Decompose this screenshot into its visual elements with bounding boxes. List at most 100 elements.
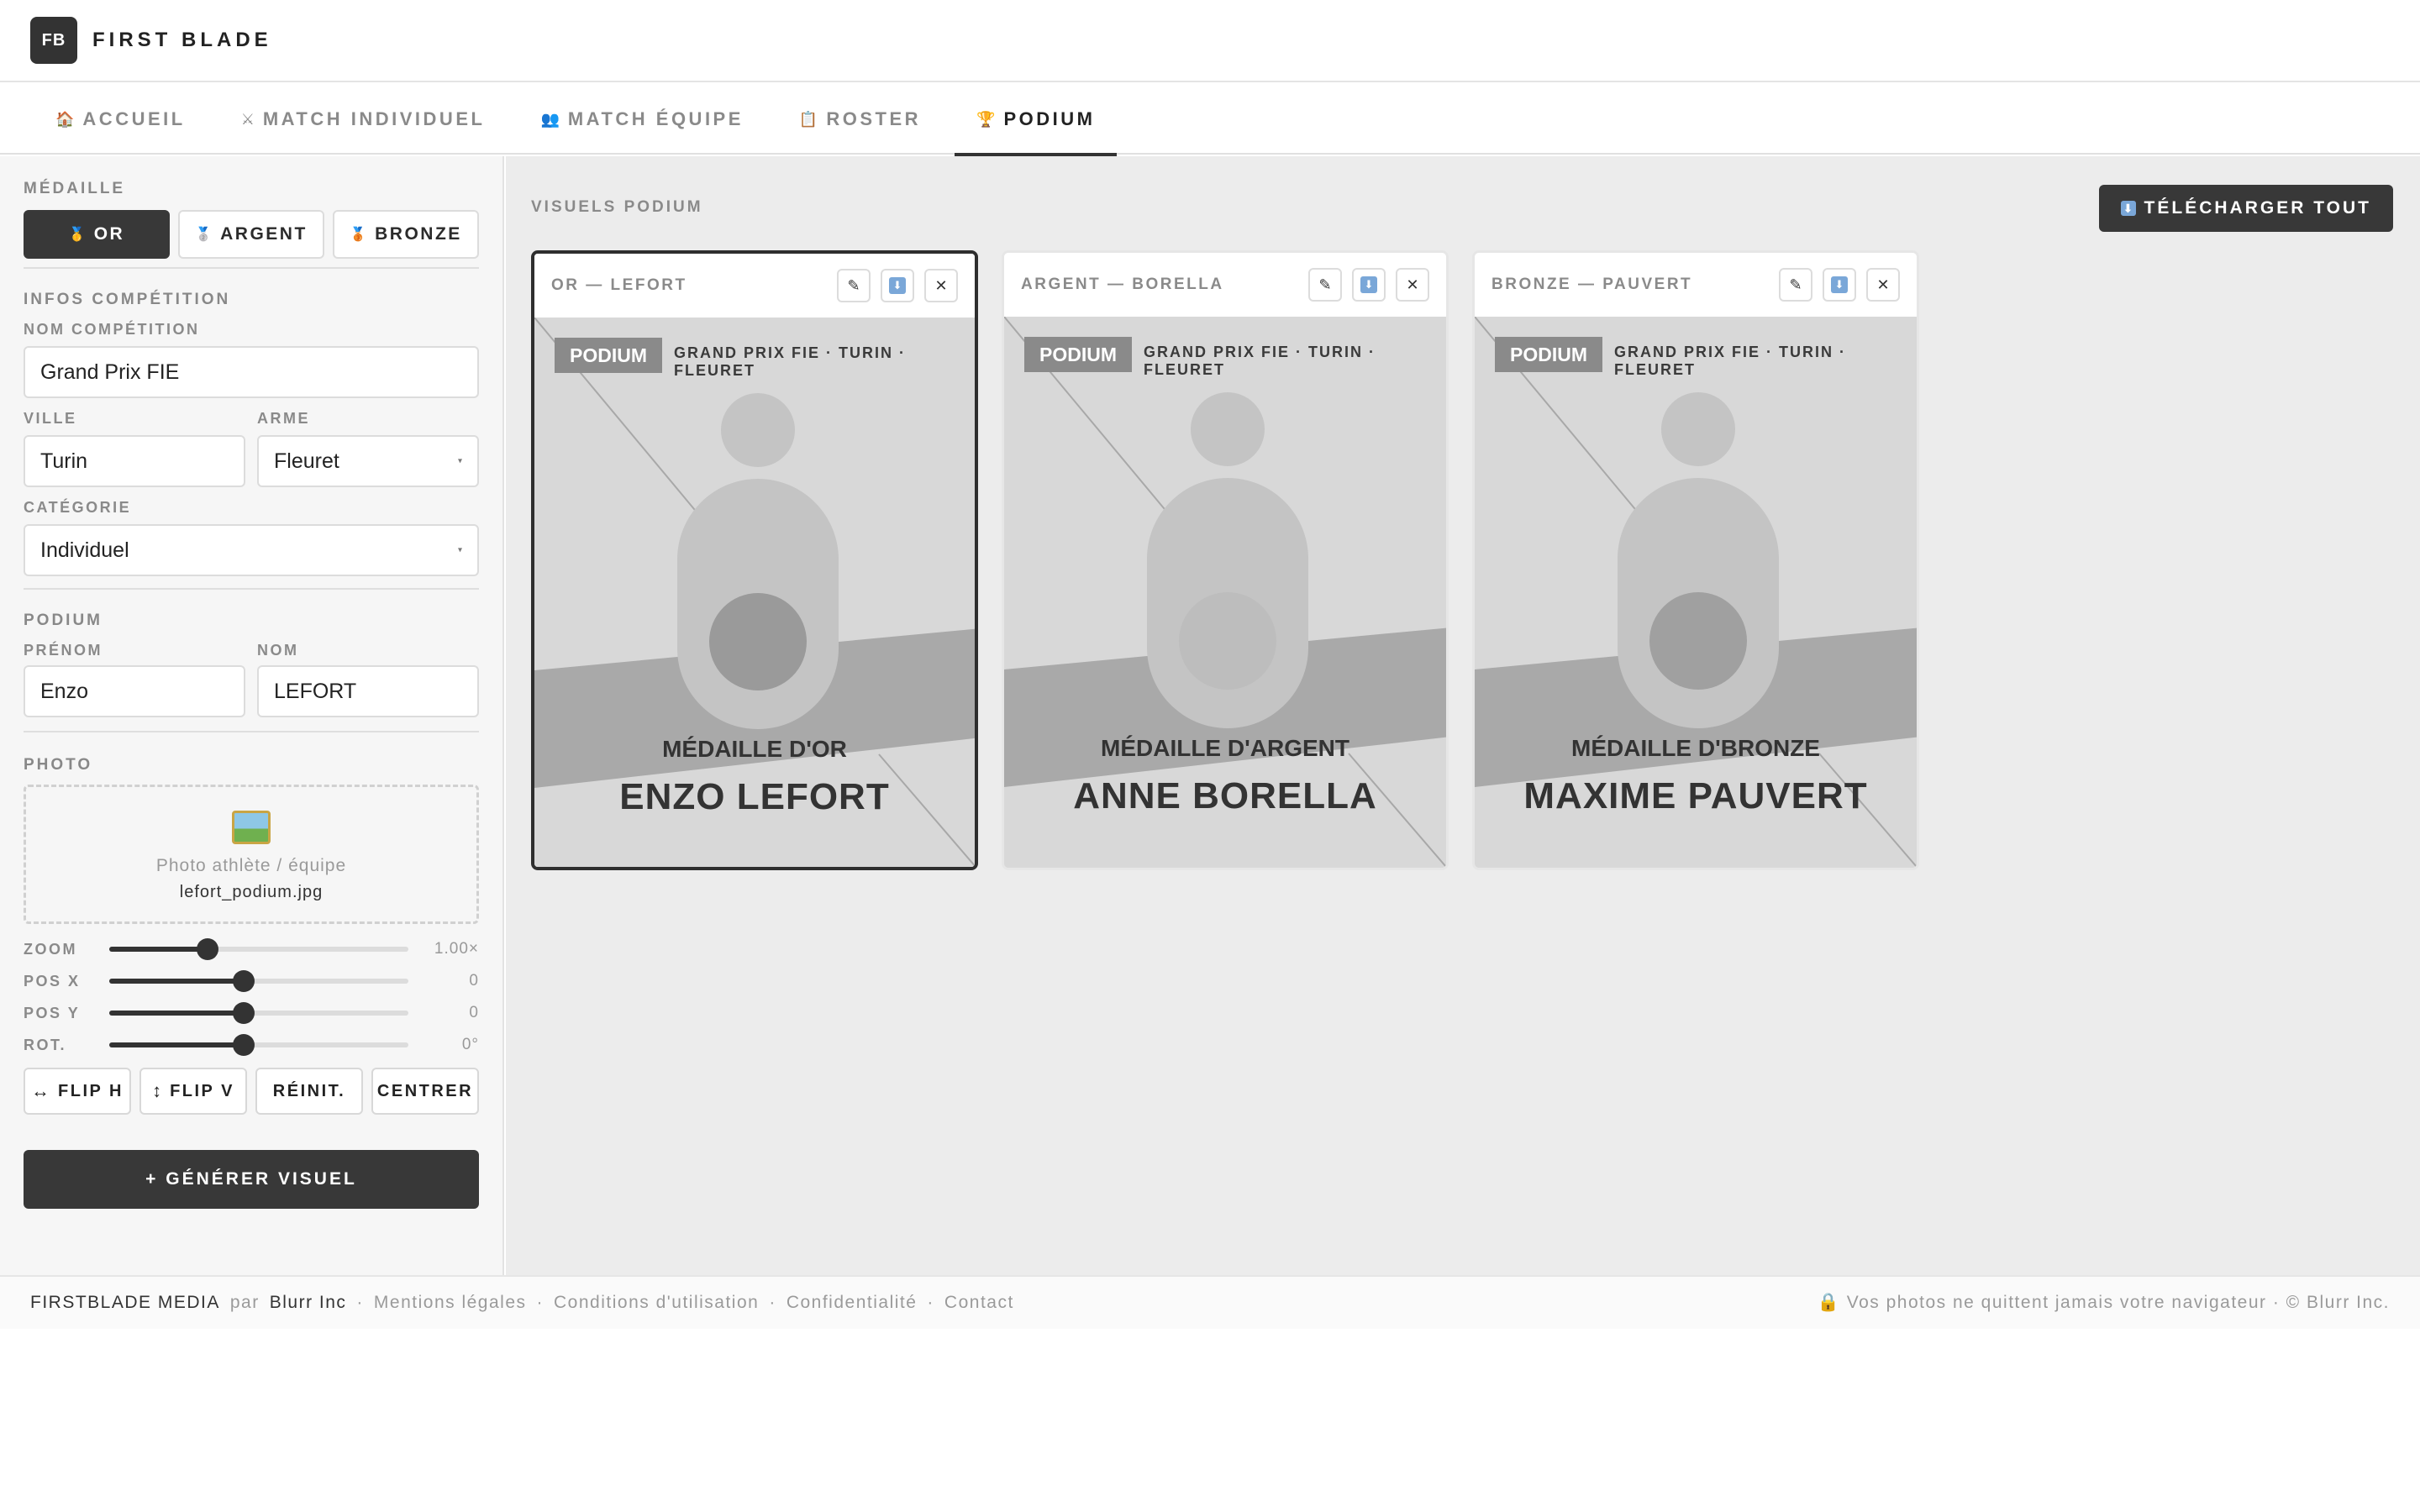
download-icon[interactable]: ⬇ [1823,268,1856,302]
slider-fill [109,1042,245,1047]
footer-link-terms[interactable]: Conditions d'utilisation [554,1293,759,1313]
card-title: ARGENT — BORELLA [1021,276,1224,293]
medal-bronze-button[interactable]: 🥉 BRONZE [333,210,479,259]
category-select[interactable]: Individuel ▾ [24,524,479,576]
zoom-slider[interactable] [109,938,408,960]
main-tabs: 🏠 ACCUEIL ⚔ MATCH INDIVIDUEL 👥 MATCH ÉQUIPE… [0,84,2420,156]
weapon-label: ARME [257,410,310,427]
pos-y-slider[interactable] [109,1002,408,1024]
card-preview: PODIUM GRAND PRIX FIE · TURIN · FLEURET … [1004,317,1446,868]
dropzone-hint: Photo athlète / équipe [155,856,347,875]
weapon-select[interactable]: Fleuret ▾ [257,435,479,487]
slider-label: ZOOM [24,940,77,958]
app-brand: FIRST BLADE [92,29,272,51]
competition-name-input[interactable]: Grand Prix FIE [24,346,479,398]
slider-thumb[interactable] [233,970,255,992]
photo-dropzone[interactable]: Photo athlète / équipe lefort_podium.jpg [24,785,479,924]
generate-visual-button[interactable]: + GÉNÉRER VISUEL [24,1150,479,1209]
medal-section-label: MÉDAILLE [24,180,126,197]
competition-section-label: INFOS COMPÉTITION [24,291,231,308]
silver-medal-icon: 🥈 [195,228,213,242]
podium-badge: PODIUM [1495,337,1602,372]
medal-or-button[interactable]: 🥇 OR [24,210,170,259]
athlete-name: ANNE BORELLA [1073,775,1377,816]
card-header: ARGENT — BORELLA ✎ ⬇ ✕ [1004,253,1446,317]
bronze-medal-icon: 🥉 [350,228,367,242]
divider [24,588,479,590]
slider-label: ROT. [24,1036,67,1053]
app-footer: FIRSTBLADE MEDIA par Blurr Inc · Mention… [0,1275,2420,1329]
medal-label: BRONZE [375,224,462,244]
panel-title: VISUELS PODIUM [531,198,703,216]
editor-sidebar: MÉDAILLE 🥇 OR 🥈 ARGENT 🥉 BRONZE INFOS COMPÉ… [0,156,504,1275]
competition-meta: GRAND PRIX FIE · TURIN · FLEURET [1144,344,1376,378]
city-input[interactable]: Turin [24,435,245,487]
footer-brand: FIRSTBLADE MEDIA [30,1293,220,1312]
footer-company-link[interactable]: Blurr Inc [270,1293,347,1313]
edit-icon[interactable]: ✎ [837,269,871,302]
footer-link-legal[interactable]: Mentions légales [374,1293,527,1313]
download-icon[interactable]: ⬇ [1352,268,1386,302]
podium-card[interactable]: ARGENT — BORELLA ✎ ⬇ ✕ PODIUM GRAND PRIX… [1002,250,1449,870]
close-icon[interactable]: ✕ [1396,268,1429,302]
close-icon[interactable]: ✕ [1866,268,1900,302]
card-title: OR — LEFORT [551,276,687,294]
reset-button[interactable]: RÉINIT. [255,1068,363,1115]
card-header: BRONZE — PAUVERT ✎ ⬇ ✕ [1475,253,1917,317]
footer-privacy-note: 🔒 Vos photos ne quittent jamais votre na… [1817,1293,2390,1312]
lastname-input[interactable]: LEFORT [257,665,479,717]
footer-separator: · [927,1293,934,1312]
tab-label: ACCUEIL [82,108,186,129]
category-select-value: Individuel [40,538,129,562]
rotation-slider[interactable] [109,1034,408,1056]
dropzone-filename: lefort_podium.jpg [179,883,324,901]
tab-accueil[interactable]: 🏠 ACCUEIL [34,84,208,155]
footer-link-privacy[interactable]: Confidentialité [786,1293,918,1313]
edit-icon[interactable]: ✎ [1779,268,1812,302]
team-icon: 👥 [540,110,560,128]
slider-fill [109,1011,245,1016]
podium-card[interactable]: OR — LEFORT ✎ ⬇ ✕ PODIUM GRAND PRIX FIE … [531,250,978,870]
lastname-label: NOM [257,642,299,659]
city-label: VILLE [24,410,77,427]
flip-h-button[interactable]: ↔ FLIP H [24,1068,131,1115]
flip-v-button[interactable]: ↕ FLIP V [139,1068,247,1115]
slider-thumb[interactable] [233,1002,255,1024]
center-button[interactable]: CENTRER [371,1068,479,1115]
slider-value: 0° [461,1036,479,1053]
button-label: FLIP H [58,1081,124,1100]
arrows-vertical-icon: ↕ [152,1080,162,1101]
app-logo[interactable]: FB [30,17,77,64]
tab-roster[interactable]: 📋 ROSTER [777,84,943,155]
chevron-down-icon: ▾ [457,456,462,466]
edit-icon[interactable]: ✎ [1308,268,1342,302]
firstname-input[interactable]: Enzo [24,665,245,717]
tab-podium[interactable]: 🏆 PODIUM [955,84,1118,156]
podium-badge: PODIUM [555,338,662,373]
download-all-button[interactable]: ⬇ TÉLÉCHARGER TOUT [2098,185,2393,232]
download-icon[interactable]: ⬇ [881,269,914,302]
pos-x-slider[interactable] [109,970,408,992]
rotation-slider-row: ROT. 0° [24,1030,479,1060]
zoom-slider-row: ZOOM 1.00× [24,934,479,964]
tab-label: ROSTER [826,108,922,129]
podium-section-label: PODIUM [24,612,103,629]
category-label: CATÉGORIE [24,499,132,516]
podium-card[interactable]: BRONZE — PAUVERT ✎ ⬇ ✕ PODIUM GRAND PRIX… [1472,250,1919,870]
slider-label: POS X [24,972,81,990]
medal-argent-button[interactable]: 🥈 ARGENT [178,210,324,259]
tab-match-individuel[interactable]: ⚔ MATCH INDIVIDUEL [219,84,508,155]
medal-title: MÉDAILLE D'ARGENT [1101,735,1349,761]
footer-link-contact[interactable]: Contact [944,1293,1014,1313]
card-preview: PODIUM GRAND PRIX FIE · TURIN · FLEURET … [1475,317,1917,868]
competition-meta: GRAND PRIX FIE · TURIN · FLEURET [674,344,906,379]
slider-thumb[interactable] [197,938,219,960]
slider-thumb[interactable] [233,1034,255,1056]
tab-match-equipe[interactable]: 👥 MATCH ÉQUIPE [518,84,765,155]
footer-par: par [229,1293,260,1312]
close-icon[interactable]: ✕ [924,269,958,302]
photo-section-label: PHOTO [24,756,93,774]
pos-y-slider-row: POS Y 0 [24,998,479,1028]
competition-name-label: NOM COMPÉTITION [24,321,200,338]
app-header: FB FIRST BLADE [0,0,2420,82]
